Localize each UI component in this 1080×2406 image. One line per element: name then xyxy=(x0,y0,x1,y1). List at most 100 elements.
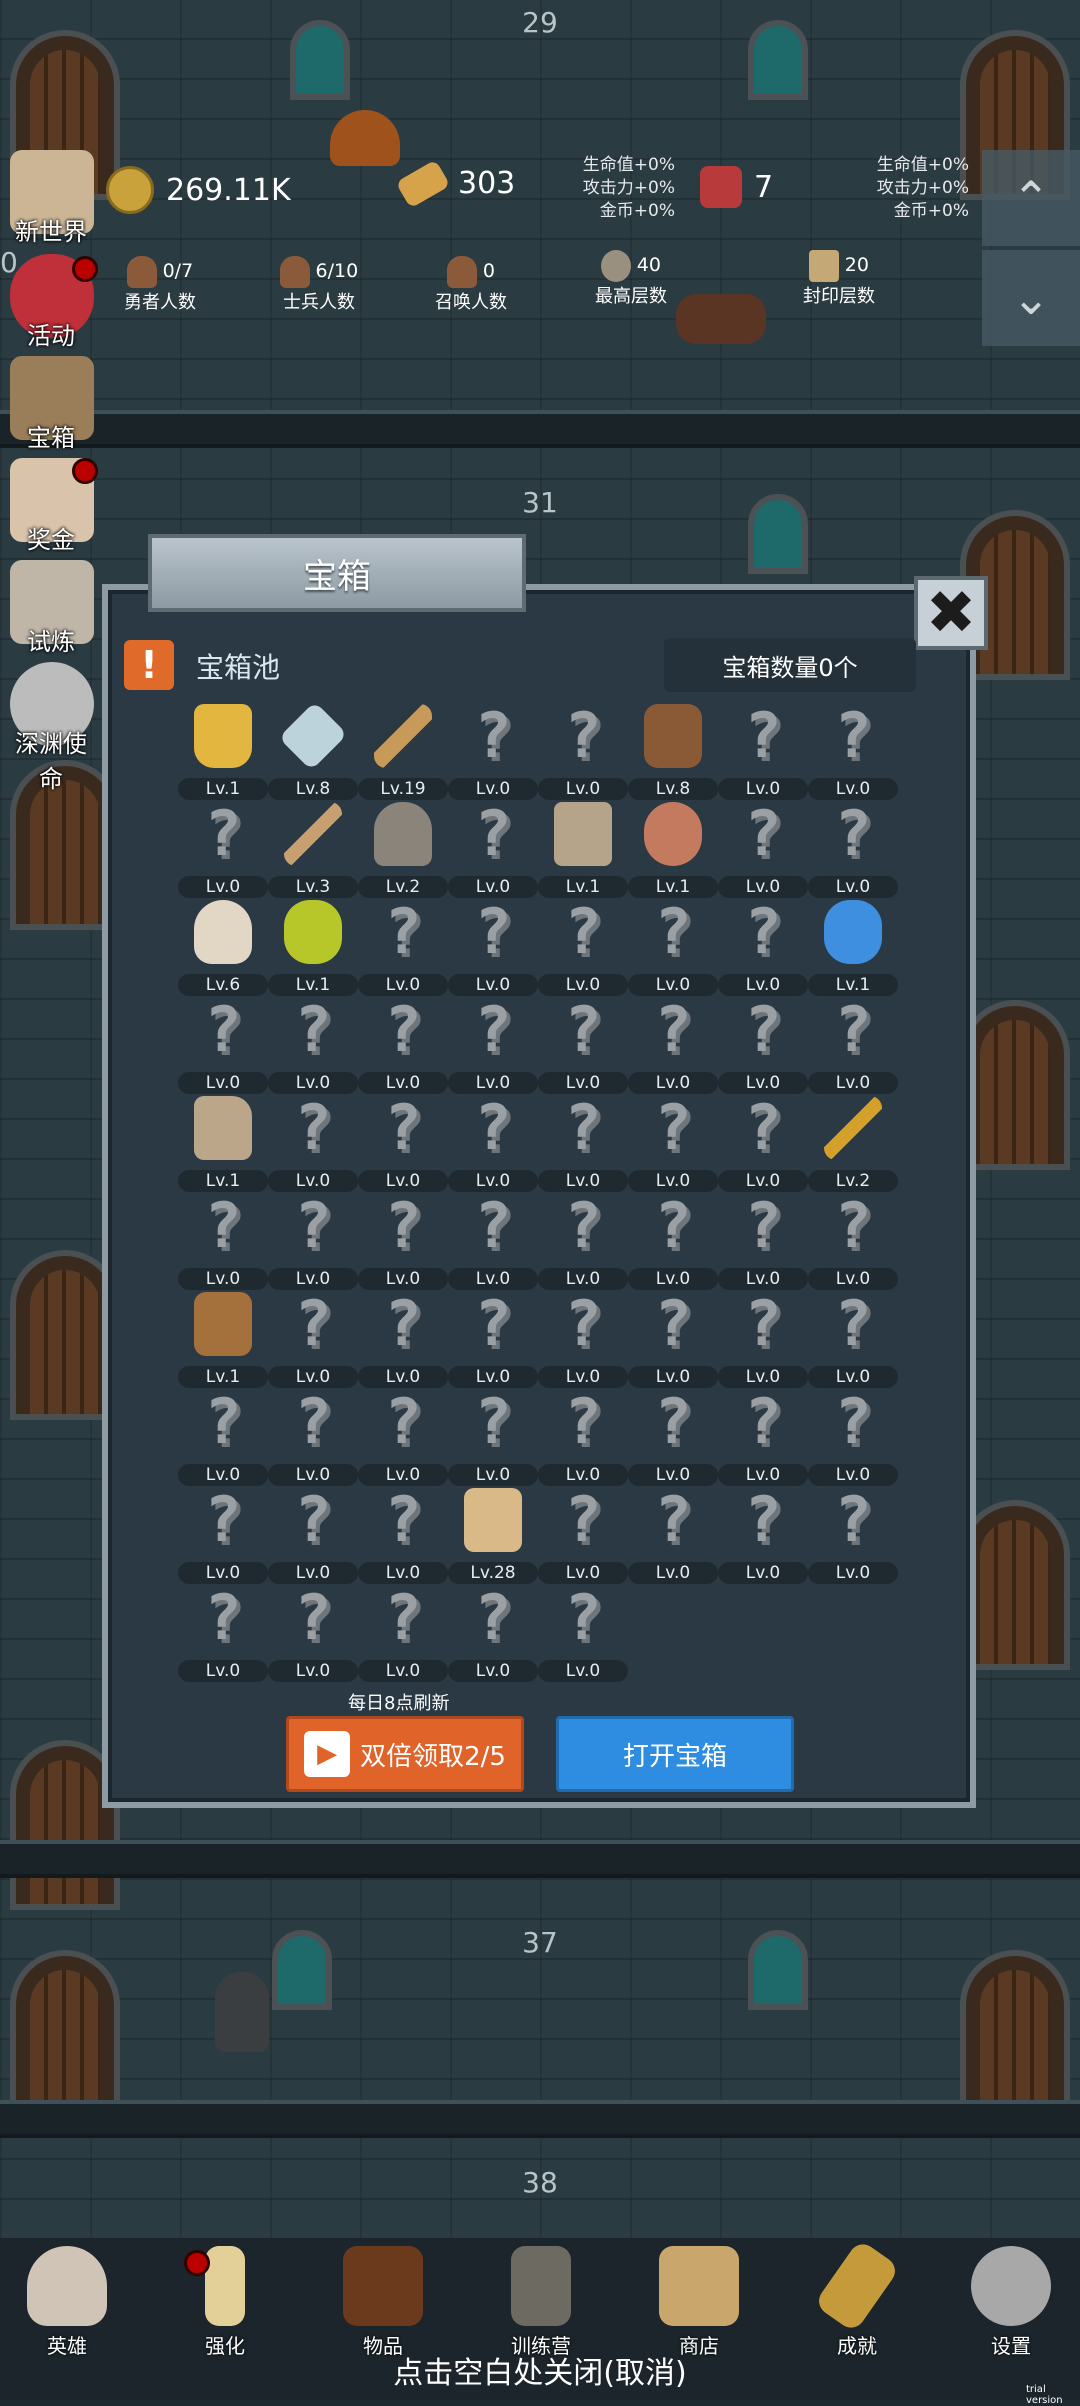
chest-item-locked[interactable]: ? Lv.0 xyxy=(628,1092,718,1192)
chest-item-locked[interactable]: ? Lv.0 xyxy=(448,1092,538,1192)
chest-item-backpack[interactable]: Lv.1 xyxy=(178,1288,268,1388)
chest-item-locked[interactable]: ? Lv.0 xyxy=(448,994,538,1094)
chest-item-locked[interactable]: ? Lv.0 xyxy=(448,798,538,898)
chest-item-leather-armor[interactable]: Lv.8 xyxy=(628,700,718,800)
chest-item-locked[interactable]: ? Lv.0 xyxy=(358,1190,448,1290)
chest-item-locked[interactable]: ? Lv.0 xyxy=(448,1386,538,1486)
chest-item-locked[interactable]: ? Lv.0 xyxy=(718,896,808,996)
chest-item-great-helm[interactable]: Lv.1 xyxy=(538,798,628,898)
chest-item-locked[interactable]: ? Lv.0 xyxy=(178,1386,268,1486)
tab-training[interactable]: 训练营 xyxy=(486,2246,596,2358)
chest-item-locked[interactable]: ? Lv.0 xyxy=(268,1190,358,1290)
new-world-button[interactable]: 新世界 xyxy=(4,150,98,246)
chest-item-locked[interactable]: ? Lv.0 xyxy=(448,1287,538,1388)
chest-item-green-potion[interactable]: Lv.1 xyxy=(268,896,358,996)
chest-item-locked[interactable]: ? Lv.0 xyxy=(718,1288,808,1388)
chest-item-locked[interactable]: ? Lv.0 xyxy=(538,1582,628,1682)
tab-settings[interactable]: 设置 xyxy=(956,2246,1066,2358)
chest-item-locked[interactable]: ? Lv.0 xyxy=(448,1582,538,1682)
chest-item-locked[interactable]: ? Lv.0 xyxy=(718,1092,808,1192)
chest-item-locked[interactable]: ? Lv.0 xyxy=(178,1484,268,1584)
chest-item-locked[interactable]: ? Lv.0 xyxy=(808,1190,898,1290)
chest-item-locked[interactable]: ? Lv.0 xyxy=(268,1092,358,1192)
chest-item-locked[interactable]: ? Lv.0 xyxy=(358,896,448,996)
chest-item-locked[interactable]: ? Lv.0 xyxy=(358,1484,448,1584)
chest-item-locked[interactable]: ? Lv.0 xyxy=(718,994,808,1094)
chest-item-knight-helmet[interactable]: Lv.2 xyxy=(358,798,448,898)
chest-item-locked[interactable]: ? Lv.0 xyxy=(358,994,448,1094)
chest-item-locked[interactable]: ? Lv.0 xyxy=(178,1190,268,1290)
chest-item-locked[interactable]: ? Lv.0 xyxy=(268,1386,358,1486)
chest-item-locked[interactable]: ? Lv.0 xyxy=(448,1190,538,1290)
chest-item-blue-potion[interactable]: Lv.1 xyxy=(808,896,898,996)
tab-shop[interactable]: 商店 xyxy=(644,2246,754,2358)
tab-hero[interactable]: 英雄 xyxy=(12,2246,122,2358)
chest-item-locked[interactable]: ? Lv.0 xyxy=(628,994,718,1094)
chest-item-beer-mug[interactable]: Lv.28 xyxy=(448,1484,538,1584)
tab-items[interactable]: 物品 xyxy=(328,2246,438,2358)
chest-item-dagger[interactable]: Lv.3 xyxy=(268,798,358,898)
chest-item-locked[interactable]: ? Lv.0 xyxy=(538,1288,628,1388)
chest-item-locked[interactable]: ? Lv.0 xyxy=(448,896,538,996)
chest-item-locked[interactable]: ? Lv.0 xyxy=(268,994,358,1094)
chest-item-locked[interactable]: ? Lv.0 xyxy=(718,700,808,800)
chest-item-locked[interactable]: ? Lv.0 xyxy=(358,1092,448,1192)
chest-item-locked[interactable]: ? Lv.0 xyxy=(358,1386,448,1486)
chest-item-locked[interactable]: ? Lv.0 xyxy=(808,994,898,1094)
chest-item-locked[interactable]: ? Lv.0 xyxy=(538,1190,628,1290)
chest-item-locked[interactable]: ? Lv.0 xyxy=(538,1092,628,1192)
scroll-up-button[interactable]: ⌃ xyxy=(982,150,1080,246)
chest-item-locked[interactable]: ? Lv.0 xyxy=(448,700,538,800)
chest-item-locked[interactable]: ? Lv.0 xyxy=(358,1582,448,1682)
chest-item-locked[interactable]: ? Lv.0 xyxy=(808,1484,898,1584)
chest-item-crown[interactable]: Lv.1 xyxy=(178,700,268,800)
ghost-monster[interactable] xyxy=(215,1972,269,2052)
chest-item-boot[interactable]: Lv.1 xyxy=(178,1092,268,1192)
chest-item-locked[interactable]: ? Lv.0 xyxy=(178,1582,268,1682)
chest-item-locked[interactable]: ? Lv.0 xyxy=(538,1386,628,1486)
chest-item-locked[interactable]: ? Lv.0 xyxy=(628,1288,718,1388)
chest-item-locked[interactable]: ? Lv.0 xyxy=(268,1484,358,1584)
double-claim-button[interactable]: ▶ 双倍领取2/5 xyxy=(286,1716,524,1792)
chest-item-locked[interactable]: ? Lv.0 xyxy=(538,1484,628,1584)
chest-item-diamond[interactable]: Lv.8 xyxy=(268,700,358,800)
abyss-mission-button[interactable]: 深渊使命 xyxy=(4,662,98,793)
chest-item-locked[interactable]: ? Lv.0 xyxy=(628,1190,718,1290)
chest-item-locked[interactable]: ? Lv.0 xyxy=(718,1484,808,1584)
event-button[interactable]: 活动 xyxy=(4,254,98,350)
chest-button[interactable]: 宝箱 xyxy=(4,356,98,452)
chest-item-locked[interactable]: ? Lv.0 xyxy=(808,700,898,800)
chest-item-locked[interactable]: ? Lv.0 xyxy=(718,1190,808,1290)
tab-upgrade[interactable]: 强化 xyxy=(170,2246,280,2358)
open-chest-button[interactable]: 打开宝箱 xyxy=(556,1716,794,1792)
question-mark-icon: ? xyxy=(474,1287,512,1360)
chest-item-locked[interactable]: ? Lv.0 xyxy=(178,993,268,1094)
scroll-down-button[interactable]: ⌄ xyxy=(982,250,1080,346)
chest-item-locked[interactable]: ? Lv.0 xyxy=(628,896,718,996)
chest-item-locked[interactable]: ? Lv.0 xyxy=(268,1288,358,1388)
close-hint[interactable]: 点击空白处关闭(取消) xyxy=(0,2348,1080,2392)
chest-item-torch[interactable]: Lv.2 xyxy=(808,1092,898,1192)
trial-button[interactable]: 试炼 xyxy=(4,560,98,656)
chest-item-locked[interactable]: ? Lv.0 xyxy=(178,797,268,898)
close-button[interactable]: ✖ xyxy=(914,576,988,650)
chest-item-locked[interactable]: ? Lv.0 xyxy=(538,896,628,996)
chest-item-bread[interactable]: Lv.6 xyxy=(178,896,268,996)
chest-item-locked[interactable]: ? Lv.0 xyxy=(808,1288,898,1388)
chest-item-sword[interactable]: Lv.19 xyxy=(358,700,448,800)
chest-item-locked[interactable]: ? Lv.0 xyxy=(538,994,628,1094)
chest-item-locked[interactable]: ? Lv.0 xyxy=(718,798,808,898)
bonus-button[interactable]: 奖金 xyxy=(4,458,98,554)
chest-item-locked[interactable]: ? Lv.0 xyxy=(628,1386,718,1486)
chest-item-locked[interactable]: ? Lv.0 xyxy=(358,1288,448,1388)
question-mark-icon: ? xyxy=(204,993,242,1066)
chest-item-locked[interactable]: ? Lv.0 xyxy=(718,1386,808,1486)
chest-item-locked[interactable]: ? Lv.0 xyxy=(808,798,898,898)
chest-item-locked[interactable]: ? Lv.0 xyxy=(808,1386,898,1486)
chest-item-locked[interactable]: ? Lv.0 xyxy=(268,1582,358,1682)
chest-item-locked[interactable]: ? Lv.0 xyxy=(628,1484,718,1584)
chest-item-locked[interactable]: ? Lv.0 xyxy=(538,700,628,800)
chest-item-meat[interactable]: Lv.1 xyxy=(628,798,718,898)
question-mark-icon: ? xyxy=(204,797,242,870)
tab-achievements[interactable]: 成就 xyxy=(802,2238,912,2358)
